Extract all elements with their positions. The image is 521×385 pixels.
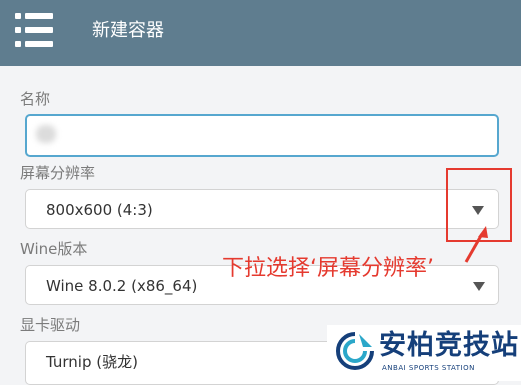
watermark-name-cn: 安柏竞技站: [379, 330, 519, 361]
watermark-mark-icon: [336, 332, 374, 370]
annotation-arrow-icon: [464, 226, 488, 263]
watermark-logo: 安柏竞技站 ANBAI SPORTS STATION: [327, 325, 521, 381]
annotation-text: 下拉选择‘屏幕分辨率’: [222, 256, 434, 281]
watermark-name-en: ANBAI SPORTS STATION: [382, 364, 475, 372]
